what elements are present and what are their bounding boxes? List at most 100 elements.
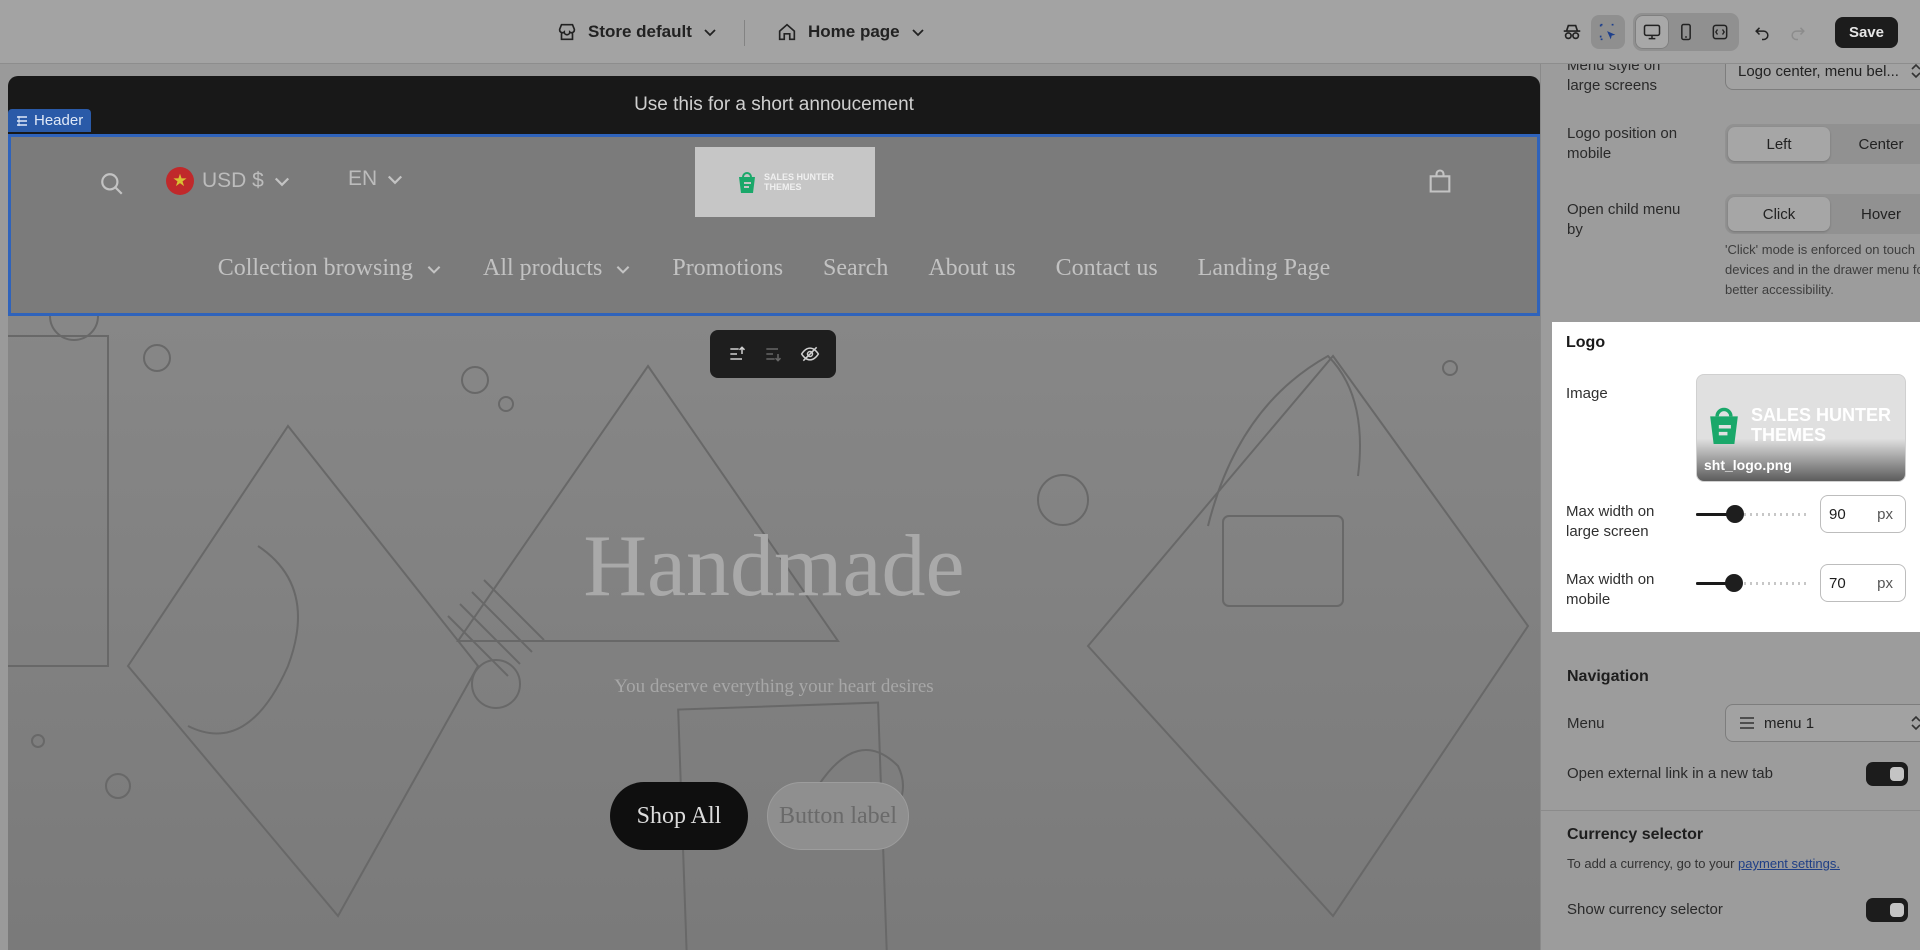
announcement-bar[interactable]: Use this for a short annoucement <box>8 76 1540 134</box>
hero-title: Handmade <box>583 518 965 615</box>
section-toolbar <box>710 330 836 378</box>
move-up-icon[interactable] <box>727 344 747 364</box>
menu-style-value: Logo center, menu bel... <box>1738 64 1899 80</box>
cart-icon[interactable] <box>1426 167 1454 195</box>
nav-item[interactable]: Landing Page <box>1198 255 1331 282</box>
hero-subtitle: You deserve everything your heart desire… <box>614 676 934 697</box>
header-tag-label: Header <box>34 112 84 129</box>
currency-selector[interactable]: ★ USD $ <box>166 167 292 195</box>
currency-label: USD $ <box>202 169 264 192</box>
menu-list-icon <box>1740 717 1754 729</box>
undo-icon <box>1755 27 1769 41</box>
mobile-view-button[interactable] <box>1669 15 1703 49</box>
chevron-down-icon <box>274 177 289 187</box>
payment-settings-link[interactable]: payment settings. <box>1738 856 1840 871</box>
nav-item-label: Search <box>823 255 889 281</box>
nav-item[interactable]: Collection browsing <box>218 255 443 282</box>
currency-selector-title: Currency selector <box>1567 826 1704 843</box>
select-arrows-icon <box>1911 715 1920 731</box>
logo-text-line1: SALES HUNTER <box>763 172 834 182</box>
language-label: EN <box>348 167 378 190</box>
max-width-mobile-value: 70 <box>1829 574 1846 592</box>
logo-position-toggle: Left Center <box>1725 124 1920 164</box>
logo-position-center[interactable]: Center <box>1830 127 1920 161</box>
viewport-switcher <box>1632 13 1739 51</box>
select-arrows-icon <box>1911 64 1920 79</box>
nav-item-label: Collection browsing <box>217 255 414 281</box>
store-logo[interactable]: SALES HUNTER THEMES <box>695 147 875 217</box>
max-width-large-value: 90 <box>1829 505 1846 523</box>
theme-label: Store default <box>588 22 692 41</box>
hide-eye-icon[interactable] <box>800 344 820 364</box>
child-menu-click[interactable]: Click <box>1728 197 1830 231</box>
max-width-large-label: Max width on large screen <box>1566 503 1655 540</box>
nav-item-label: About us <box>928 255 1016 281</box>
navigation-title: Navigation <box>1567 668 1649 685</box>
menu-select[interactable]: menu 1 <box>1725 704 1920 742</box>
logo-position-label: Logo position on mobile <box>1567 125 1678 162</box>
toolbar-actions: Save <box>1555 12 1920 52</box>
store-icon <box>558 23 576 41</box>
redo-icon <box>1791 27 1805 41</box>
menu-style-select[interactable]: Logo center, menu bel... <box>1725 64 1920 90</box>
shop-all-button[interactable]: Shop All <box>610 782 748 850</box>
language-selector[interactable]: EN <box>348 167 405 191</box>
chevron-down-icon <box>617 265 630 274</box>
background-illustration <box>8 316 1530 950</box>
logo-position-left[interactable]: Left <box>1728 127 1830 161</box>
undo-button[interactable] <box>1745 15 1779 49</box>
thumb-text-line2: THEMES <box>1751 425 1827 445</box>
secondary-hero-button[interactable]: Button label <box>767 782 909 850</box>
chevron-down-icon <box>388 175 403 185</box>
thumb-text-line1: SALES HUNTER <box>1751 405 1892 425</box>
shopping-bag-logo-icon <box>738 172 755 193</box>
logo-image-picker[interactable]: SALES HUNTER THEMES sht_logo.png <box>1696 374 1906 482</box>
nav-item-label: Landing Page <box>1197 255 1331 281</box>
incognito-button[interactable] <box>1555 15 1589 49</box>
announcement-text: Use this for a short annoucement <box>634 94 914 115</box>
desktop-icon <box>1643 24 1661 40</box>
currency-hint: To add a currency, go to your payment se… <box>1567 856 1904 871</box>
move-down-icon[interactable] <box>763 344 783 364</box>
section-divider <box>1541 810 1920 811</box>
flag-icon: ★ <box>166 167 194 195</box>
header-top-row: ★ USD $ EN SALES HUNTER THEMES <box>11 137 1537 227</box>
menu-value: menu 1 <box>1764 714 1815 732</box>
top-bar: Store default Home page Save <box>0 0 1920 64</box>
search-icon[interactable] <box>99 171 125 197</box>
nav-item[interactable]: Search <box>823 255 888 282</box>
inspector-button[interactable] <box>1590 15 1625 49</box>
header-section[interactable]: ★ USD $ EN SALES HUNTER THEMES Collectio… <box>8 134 1540 316</box>
logo-text-line2: THEMES <box>763 182 802 192</box>
shopping-bag-logo-icon <box>1710 407 1738 444</box>
max-width-mobile-label: Max width on mobile <box>1566 571 1655 608</box>
chevron-down-icon <box>427 265 441 274</box>
slider-handle[interactable] <box>1726 505 1744 523</box>
nav-item[interactable]: All products <box>483 255 632 282</box>
child-menu-hint: 'Click' mode is enforced on touch device… <box>1725 242 1920 297</box>
mobile-icon <box>1681 23 1691 41</box>
show-currency-toggle[interactable] <box>1866 898 1908 922</box>
max-width-mobile-input[interactable]: 70 px <box>1820 564 1906 602</box>
fullscreen-view-button[interactable] <box>1703 15 1737 49</box>
show-currency-label: Show currency selector <box>1567 901 1723 918</box>
desktop-view-button[interactable] <box>1634 15 1669 49</box>
redo-button[interactable] <box>1781 15 1815 49</box>
child-menu-hover[interactable]: Hover <box>1830 197 1920 231</box>
max-width-large-input[interactable]: 90 px <box>1820 495 1906 533</box>
unit-label: px <box>1877 505 1893 523</box>
slider-handle[interactable] <box>1725 574 1743 592</box>
external-link-toggle[interactable] <box>1866 762 1908 786</box>
nav-item[interactable]: About us <box>928 255 1015 282</box>
save-button[interactable]: Save <box>1834 16 1898 48</box>
theme-selector[interactable]: Store default <box>556 18 718 46</box>
main-navigation: Collection browsing All products Promotion… <box>11 255 1537 282</box>
page-selector[interactable]: Home page <box>776 18 926 46</box>
nav-item[interactable]: Contact us <box>1056 255 1158 282</box>
topbar-divider <box>744 20 745 46</box>
header-section-tag[interactable]: Header <box>8 109 92 132</box>
max-width-mobile-slider[interactable] <box>1696 573 1808 593</box>
nav-item[interactable]: Promotions <box>672 255 783 282</box>
max-width-large-slider[interactable] <box>1696 504 1808 524</box>
home-icon <box>778 23 796 41</box>
